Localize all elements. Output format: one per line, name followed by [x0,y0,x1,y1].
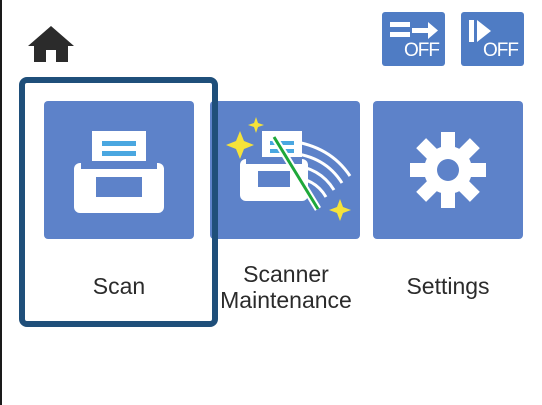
quiet-mode-button[interactable]: OFF [382,12,445,66]
scanner-maintenance-label-text: Scanner Maintenance [220,261,352,313]
scanner-maintenance-icon [226,117,352,221]
gear-icon [410,132,486,208]
sparkle-icon [226,131,254,159]
home-icon [28,26,74,62]
scan-label: Scan [92,273,146,299]
control-panel-screen: OFF OFF Scan Scanner Maintenance Setting… [0,0,542,405]
settings-label: Settings [406,273,490,299]
scan-tile[interactable] [44,101,194,239]
home-button[interactable] [24,22,78,64]
settings-tile[interactable] [373,101,523,239]
scanner-maintenance-label: Scanner Maintenance [198,261,374,313]
quiet-mode-state: OFF [404,40,440,61]
scanner-icon [74,131,164,213]
auto-feed-mode-button[interactable]: OFF [461,12,524,66]
auto-feed-mode-state: OFF [483,40,519,61]
scanner-maintenance-tile[interactable] [210,101,360,239]
